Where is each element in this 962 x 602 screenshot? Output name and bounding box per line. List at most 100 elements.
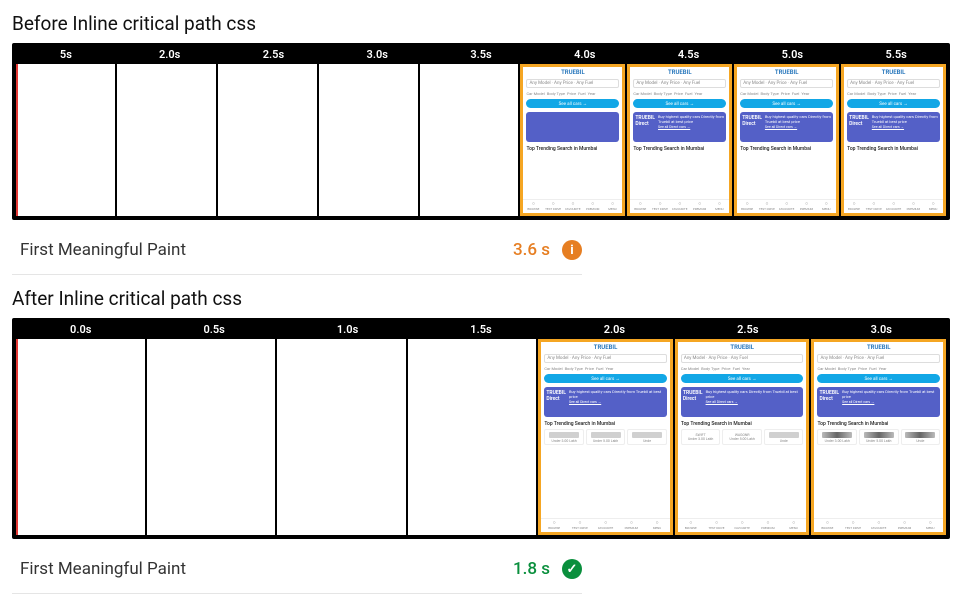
frame-blank <box>420 64 519 216</box>
frame-blank <box>117 64 216 216</box>
banner-link: See all Direct cars → <box>569 400 665 404</box>
chip: Car Model <box>526 91 544 96</box>
nav-item: BROWSE <box>844 200 864 213</box>
tile: Under 5.00 Lakh <box>586 429 626 445</box>
trending-heading: Top Trending Search in Mumbai <box>817 421 940 427</box>
search-input: Any Model · Any Price · Any Fuel <box>847 79 940 88</box>
tile: Unde <box>627 429 667 445</box>
search-input: Any Model · Any Price · Any Fuel <box>681 354 804 363</box>
metric-after: First Meaningful Paint 1.8 s ✓ <box>12 539 582 594</box>
chip: Year <box>588 91 596 96</box>
chip: Body Type <box>565 366 583 371</box>
nav-item: TEST DRIVE <box>757 200 777 213</box>
frame-render: TRUEBIL Any Model · Any Price · Any Fuel… <box>520 64 625 216</box>
frame-render: TRUEBIL Any Model · Any Price · Any Fuel… <box>841 64 946 216</box>
chip: Fuel <box>899 91 906 96</box>
metric-before: First Meaningful Paint 3.6 s i <box>12 220 582 275</box>
trending-heading: Top Trending Search in Mumbai <box>847 146 940 152</box>
see-all-button: See all cars → <box>544 374 667 383</box>
ts: 5.5s <box>844 45 948 64</box>
frame-blank <box>277 339 406 535</box>
nav-item: BROWSE <box>678 519 704 532</box>
banner-text: Buy highest quality cars Directly from T… <box>842 390 938 400</box>
nav-item: MENU <box>816 200 836 213</box>
chip: Year <box>879 366 887 371</box>
check-icon: ✓ <box>562 559 582 579</box>
nav-item: BROWSE <box>630 200 650 213</box>
frame-blank <box>16 339 145 535</box>
chip: Body Type <box>760 91 778 96</box>
brand-logo: TRUEBIL <box>678 342 807 352</box>
frames-row: TRUEBIL Any Model · Any Price · Any Fuel… <box>14 64 948 218</box>
banner-logo-sub: Direct <box>635 121 655 127</box>
chip: Car Model <box>817 366 835 371</box>
nav-item: BROWSE <box>814 519 840 532</box>
nav-item: PREMIUM <box>903 200 923 213</box>
ts: 2.5s <box>681 320 814 339</box>
frame-render: TRUEBIL Any Model · Any Price · Any Fuel… <box>538 339 673 535</box>
filter-chips: Car Model Body Type Price Fuel Year <box>544 366 667 371</box>
ts: 4.0s <box>533 45 637 64</box>
tile: Under 5.00 Lakh <box>859 429 899 445</box>
frame-render: TRUEBIL Any Model · Any Price · Any Fuel… <box>734 64 839 216</box>
tile: SWIFTUnder 3.00 Lakh <box>681 429 721 445</box>
tile: Unde <box>901 429 941 445</box>
see-all-button: See all cars → <box>633 99 726 108</box>
ts: 4.5s <box>637 45 741 64</box>
chip: Price <box>721 366 730 371</box>
tiles-row: Under 3.00 Lakh Under 5.00 Lakh Unde <box>817 429 940 445</box>
bottom-nav: BROWSE TEST DRIVE FAVOURITE PREMIUM MENU <box>541 518 670 532</box>
brand-logo: TRUEBIL <box>814 342 943 352</box>
promo-banner: TRUEBIL Direct Buy highest quality cars … <box>633 112 726 142</box>
car-image-icon <box>864 432 894 438</box>
trending-heading: Top Trending Search in Mumbai <box>526 146 619 152</box>
chip: Car Model <box>847 91 865 96</box>
chip: Price <box>781 91 790 96</box>
nav-item: MENU <box>644 519 670 532</box>
chip: Year <box>694 91 702 96</box>
see-all-button: See all cars → <box>817 374 940 383</box>
filter-chips: Car Model Body Type Price Fuel Year <box>847 91 940 96</box>
nav-item: MENU <box>603 200 623 213</box>
filter-chips: Car Model Body Type Price Fuel Year <box>817 366 940 371</box>
banner-text: Buy highest quality cars Directly from T… <box>872 115 938 125</box>
nav-item: PREMIUM <box>892 519 918 532</box>
promo-banner: TRUEBIL Direct Buy highest quality cars … <box>847 112 940 142</box>
nav-item: PREMIUM <box>583 200 603 213</box>
trending-heading: Top Trending Search in Mumbai <box>740 146 833 152</box>
banner-text: Buy highest quality cars Directly from T… <box>765 115 831 125</box>
see-all-button: See all cars → <box>681 374 804 383</box>
timestamps-row: 5s 2.0s 2.5s 3.0s 3.5s 4.0s 4.5s 5.0s 5.… <box>14 45 948 64</box>
frame-blank <box>147 339 276 535</box>
chip: Fuel <box>869 366 876 371</box>
chip: Year <box>908 91 916 96</box>
frame-render: TRUEBIL Any Model · Any Price · Any Fuel… <box>811 339 946 535</box>
banner-logo-sub: Direct <box>819 396 839 402</box>
metric-label: First Meaningful Paint <box>20 559 501 579</box>
mini-app: TRUEBIL Any Model · Any Price · Any Fuel… <box>630 67 729 213</box>
brand-logo: TRUEBIL <box>737 67 836 77</box>
nav-item: PREMIUM <box>618 519 644 532</box>
ts: 2.0s <box>118 45 222 64</box>
chip: Price <box>585 366 594 371</box>
nav-item: MENU <box>781 519 807 532</box>
chip: Body Type <box>654 91 672 96</box>
nav-item: TEST DRIVE <box>840 519 866 532</box>
ts: 0.5s <box>147 320 280 339</box>
timestamps-row: 0.0s 0.5s 1.0s 1.5s 2.0s 2.5s 3.0s <box>14 320 948 339</box>
chip: Price <box>858 366 867 371</box>
see-all-button: See all cars → <box>526 99 619 108</box>
nav-item: FAVOURITE <box>670 200 690 213</box>
chip: Body Type <box>547 91 565 96</box>
chip: Fuel <box>578 91 585 96</box>
frame-blank <box>408 339 537 535</box>
mini-app: TRUEBIL Any Model · Any Price · Any Fuel… <box>541 342 670 532</box>
filter-chips: Car Model Body Type Price Fuel Year <box>526 91 619 96</box>
mini-app: TRUEBIL Any Model · Any Price · Any Fuel… <box>678 342 807 532</box>
promo-banner: TRUEBIL Direct Buy highest quality cars … <box>817 387 940 417</box>
chip: Fuel <box>596 366 603 371</box>
chip: Fuel <box>792 91 799 96</box>
frame-blank <box>319 64 418 216</box>
chip: Car Model <box>633 91 651 96</box>
trending-heading: Top Trending Search in Mumbai <box>681 421 804 427</box>
